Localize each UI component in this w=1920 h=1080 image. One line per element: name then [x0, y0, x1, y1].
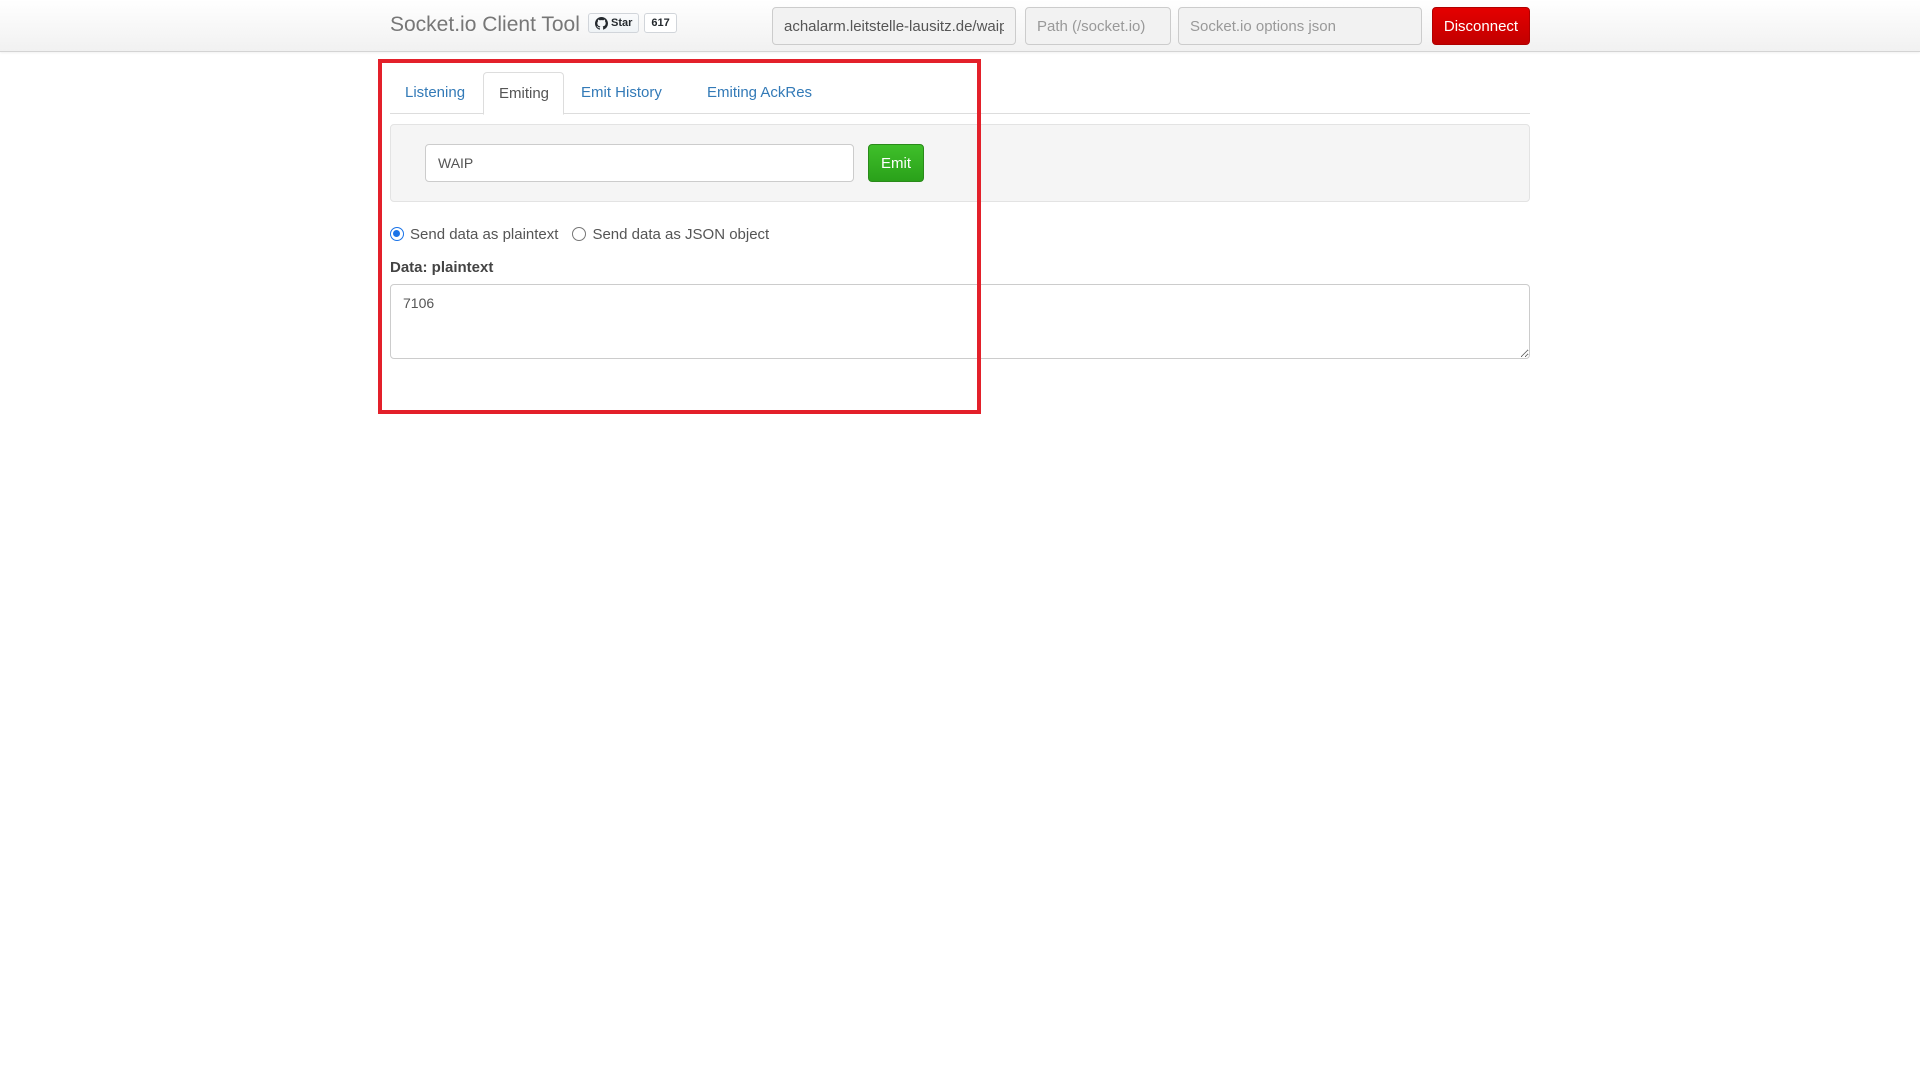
tab-emit-history[interactable]: Emit History: [566, 72, 677, 114]
json-radio[interactable]: [572, 227, 587, 241]
json-radio-label[interactable]: Send data as JSON object: [592, 226, 769, 243]
plaintext-radio[interactable]: [390, 227, 404, 241]
github-icon: [595, 16, 608, 30]
main-tabs: Listening Emiting Emit History Emiting A…: [390, 72, 1530, 115]
data-textarea[interactable]: 7106: [390, 284, 1530, 359]
github-star-button[interactable]: Star: [588, 13, 640, 33]
tab-listening[interactable]: Listening: [390, 72, 480, 114]
json-option[interactable]: Send data as JSON object: [572, 226, 769, 243]
github-star-widget: Star 617: [588, 13, 677, 33]
github-star-count[interactable]: 617: [644, 13, 677, 33]
server-url-input[interactable]: [772, 7, 1016, 45]
data-label: Data: plaintext: [390, 259, 494, 276]
tab-emiting[interactable]: Emiting: [483, 72, 564, 115]
github-star-label: Star: [611, 17, 633, 29]
tab-emiting-ackres[interactable]: Emiting AckRes: [692, 72, 827, 114]
event-name-input[interactable]: [425, 144, 854, 182]
socket-options-input[interactable]: [1178, 7, 1422, 45]
plaintext-radio-label[interactable]: Send data as plaintext: [410, 226, 558, 243]
disconnect-button[interactable]: Disconnect: [1432, 7, 1530, 45]
data-mode-options: Send data as plaintext Send data as JSON…: [390, 224, 783, 244]
emit-button[interactable]: Emit: [868, 144, 924, 182]
app-title[interactable]: Socket.io Client Tool: [390, 13, 580, 37]
plaintext-option[interactable]: Send data as plaintext: [390, 226, 558, 243]
emit-panel: Emit: [390, 124, 1530, 202]
path-input[interactable]: [1025, 7, 1171, 45]
top-navbar: Socket.io Client Tool Star 617 Disconnec…: [0, 0, 1920, 52]
